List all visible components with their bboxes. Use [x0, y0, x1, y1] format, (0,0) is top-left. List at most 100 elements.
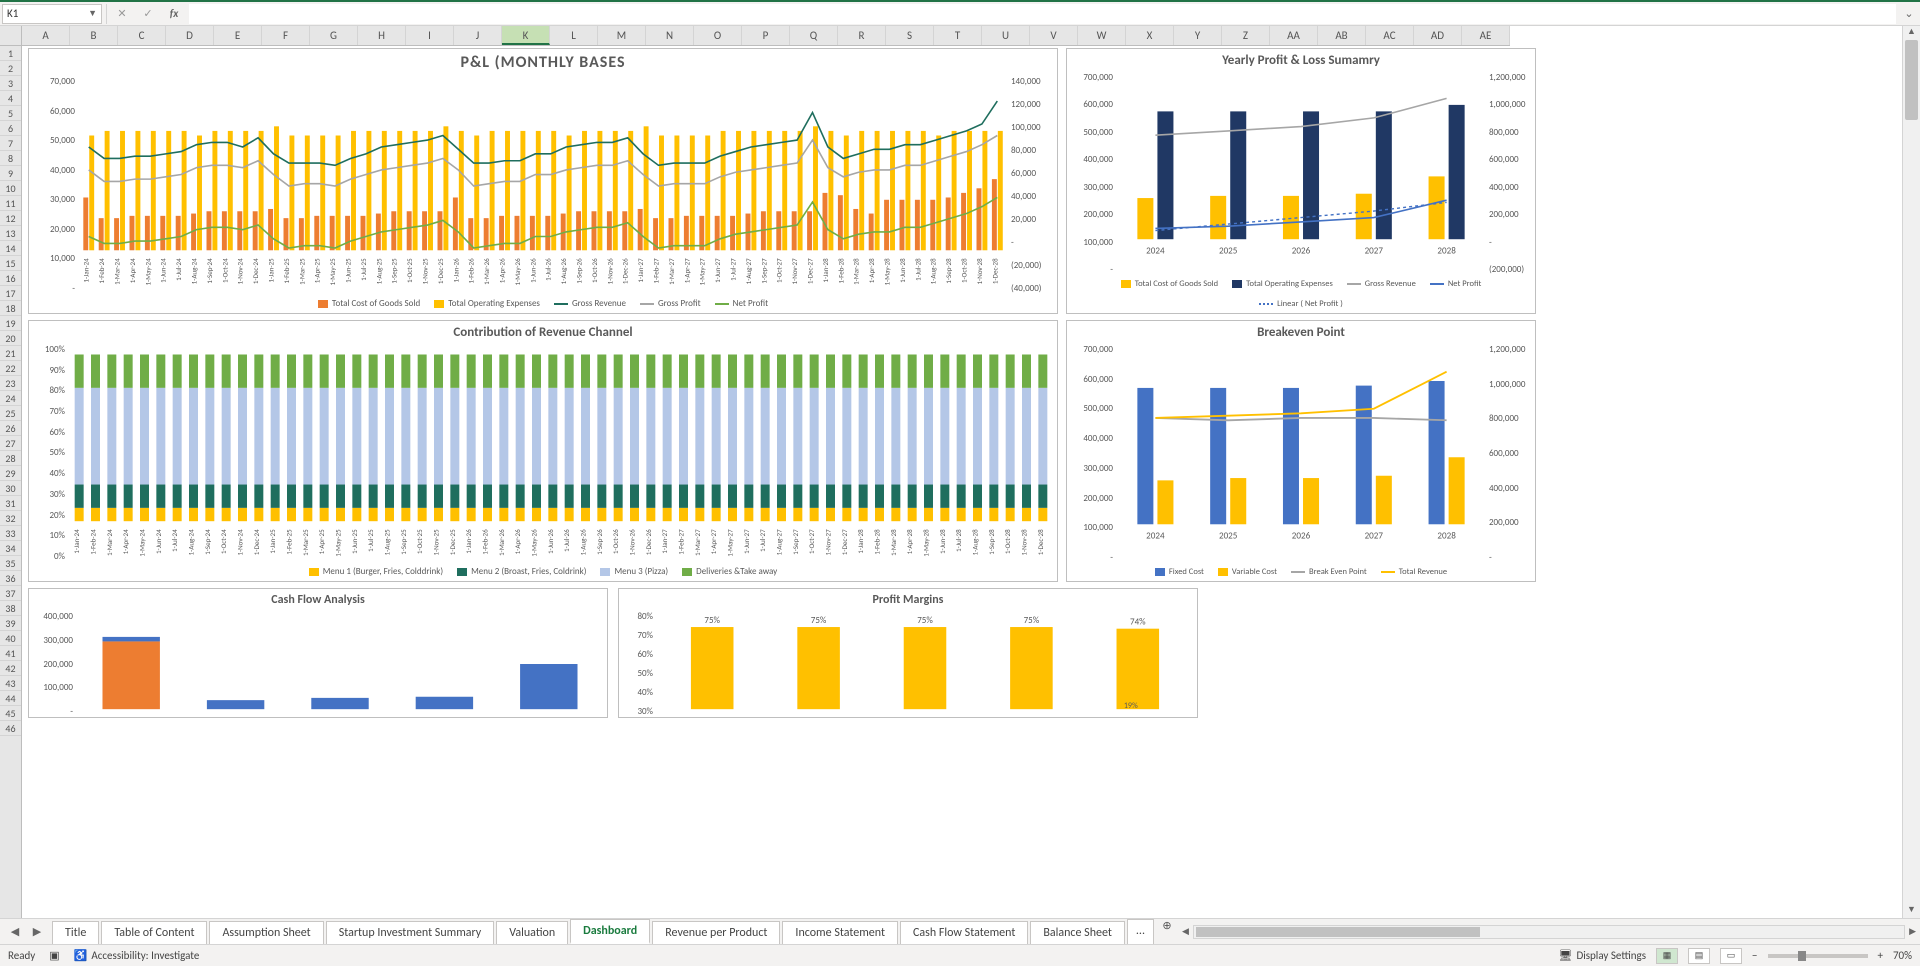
- row-header-25[interactable]: 25: [0, 406, 21, 421]
- column-header-AB[interactable]: AB: [1318, 26, 1366, 45]
- row-header-13[interactable]: 13: [0, 226, 21, 241]
- column-header-AC[interactable]: AC: [1366, 26, 1414, 45]
- row-header-34[interactable]: 34: [0, 541, 21, 556]
- tab-nav[interactable]: ◀ ▶: [0, 919, 52, 944]
- row-header-43[interactable]: 43: [0, 676, 21, 691]
- formula-input[interactable]: [189, 4, 1896, 24]
- row-header-37[interactable]: 37: [0, 586, 21, 601]
- row-header-45[interactable]: 45: [0, 706, 21, 721]
- column-header-V[interactable]: V: [1030, 26, 1078, 45]
- scroll-right-icon[interactable]: ▶: [1909, 926, 1916, 937]
- chart-pnl-monthly[interactable]: P&L (MONTHLY BASES -10,00020,00030,00040…: [28, 48, 1058, 314]
- column-header-M[interactable]: M: [598, 26, 646, 45]
- row-header-21[interactable]: 21: [0, 346, 21, 361]
- column-header-R[interactable]: R: [838, 26, 886, 45]
- column-headers[interactable]: ABCDEFGHIJKLMNOPQRSTUVWXYZAAABACADAE: [22, 26, 1510, 46]
- sheet-tab[interactable]: Startup Investment Summary: [326, 921, 495, 944]
- row-header-32[interactable]: 32: [0, 511, 21, 526]
- enter-formula-icon[interactable]: ✓: [137, 4, 159, 24]
- column-header-B[interactable]: B: [70, 26, 118, 45]
- sheet-tab[interactable]: Income Statement: [782, 921, 898, 944]
- sheet-tab[interactable]: Assumption Sheet: [209, 921, 323, 944]
- row-header-41[interactable]: 41: [0, 646, 21, 661]
- row-header-7[interactable]: 7: [0, 136, 21, 151]
- column-header-U[interactable]: U: [982, 26, 1030, 45]
- column-header-F[interactable]: F: [262, 26, 310, 45]
- row-header-39[interactable]: 39: [0, 616, 21, 631]
- column-header-Y[interactable]: Y: [1174, 26, 1222, 45]
- sheet-tab[interactable]: Cash Flow Statement: [900, 921, 1028, 944]
- tab-next-icon[interactable]: ▶: [30, 925, 44, 938]
- column-header-X[interactable]: X: [1126, 26, 1174, 45]
- row-header-42[interactable]: 42: [0, 661, 21, 676]
- cancel-formula-icon[interactable]: ✕: [111, 4, 133, 24]
- row-header-28[interactable]: 28: [0, 451, 21, 466]
- row-header-15[interactable]: 15: [0, 256, 21, 271]
- sheet-tab[interactable]: Table of Content: [101, 921, 207, 944]
- accessibility-status[interactable]: ♿Accessibility: Investigate: [74, 949, 200, 962]
- row-header-24[interactable]: 24: [0, 391, 21, 406]
- row-header-8[interactable]: 8: [0, 151, 21, 166]
- row-header-38[interactable]: 38: [0, 601, 21, 616]
- zoom-out-icon[interactable]: −: [1752, 949, 1757, 962]
- sheet-tab[interactable]: Valuation: [496, 921, 568, 944]
- macro-record-icon[interactable]: ▣: [49, 949, 59, 962]
- row-header-10[interactable]: 10: [0, 181, 21, 196]
- tab-prev-icon[interactable]: ◀: [8, 925, 22, 938]
- scroll-down-icon[interactable]: ▼: [1903, 904, 1920, 918]
- insert-function-icon[interactable]: fx: [163, 4, 185, 24]
- row-header-1[interactable]: 1: [0, 46, 21, 61]
- worksheet-canvas[interactable]: P&L (MONTHLY BASES -10,00020,00030,00040…: [22, 46, 1902, 918]
- row-header-46[interactable]: 46: [0, 721, 21, 736]
- zoom-in-icon[interactable]: +: [1878, 949, 1883, 962]
- column-header-J[interactable]: J: [454, 26, 502, 45]
- column-header-AA[interactable]: AA: [1270, 26, 1318, 45]
- column-header-N[interactable]: N: [646, 26, 694, 45]
- zoom-slider[interactable]: [1768, 954, 1868, 958]
- scroll-thumb[interactable]: [1905, 40, 1918, 120]
- select-all-triangle[interactable]: [0, 26, 22, 46]
- sheet-tab[interactable]: Dashboard: [570, 919, 650, 944]
- column-header-S[interactable]: S: [886, 26, 934, 45]
- row-header-26[interactable]: 26: [0, 421, 21, 436]
- row-header-18[interactable]: 18: [0, 301, 21, 316]
- chart-margins[interactable]: Profit Margins 30%40%50%60%70%80% 75%75%…: [618, 588, 1198, 718]
- name-box[interactable]: K1 ▼: [2, 4, 102, 24]
- column-header-D[interactable]: D: [166, 26, 214, 45]
- view-layout-icon[interactable]: ▤: [1688, 948, 1710, 964]
- column-header-AE[interactable]: AE: [1462, 26, 1510, 45]
- row-header-2[interactable]: 2: [0, 61, 21, 76]
- column-header-Q[interactable]: Q: [790, 26, 838, 45]
- chevron-down-icon[interactable]: ▼: [88, 8, 97, 19]
- row-header-6[interactable]: 6: [0, 121, 21, 136]
- horizontal-scrollbar[interactable]: [1193, 925, 1905, 939]
- row-header-17[interactable]: 17: [0, 286, 21, 301]
- sheet-tab[interactable]: Revenue per Product: [652, 921, 780, 944]
- chart-revenue-channel[interactable]: Contribution of Revenue Channel 0%10%20%…: [28, 320, 1058, 582]
- row-header-35[interactable]: 35: [0, 556, 21, 571]
- column-header-P[interactable]: P: [742, 26, 790, 45]
- column-header-C[interactable]: C: [118, 26, 166, 45]
- row-header-3[interactable]: 3: [0, 76, 21, 91]
- row-header-4[interactable]: 4: [0, 91, 21, 106]
- sheet-tab[interactable]: Balance Sheet: [1030, 921, 1125, 944]
- row-header-23[interactable]: 23: [0, 376, 21, 391]
- row-header-19[interactable]: 19: [0, 316, 21, 331]
- row-header-22[interactable]: 22: [0, 361, 21, 376]
- row-header-5[interactable]: 5: [0, 106, 21, 121]
- sheet-tab[interactable]: Title: [52, 921, 99, 944]
- chart-cashflow[interactable]: Cash Flow Analysis -100,000200,000300,00…: [28, 588, 608, 718]
- column-header-H[interactable]: H: [358, 26, 406, 45]
- column-header-E[interactable]: E: [214, 26, 262, 45]
- view-pagebreak-icon[interactable]: ▭: [1720, 948, 1742, 964]
- column-header-G[interactable]: G: [310, 26, 358, 45]
- display-settings[interactable]: 🖥Display Settings: [1558, 949, 1646, 962]
- column-header-O[interactable]: O: [694, 26, 742, 45]
- column-header-W[interactable]: W: [1078, 26, 1126, 45]
- row-header-36[interactable]: 36: [0, 571, 21, 586]
- vertical-scrollbar[interactable]: ▲ ▼: [1902, 26, 1920, 918]
- row-header-40[interactable]: 40: [0, 631, 21, 646]
- row-header-16[interactable]: 16: [0, 271, 21, 286]
- scroll-left-icon[interactable]: ◀: [1182, 926, 1189, 937]
- row-header-29[interactable]: 29: [0, 466, 21, 481]
